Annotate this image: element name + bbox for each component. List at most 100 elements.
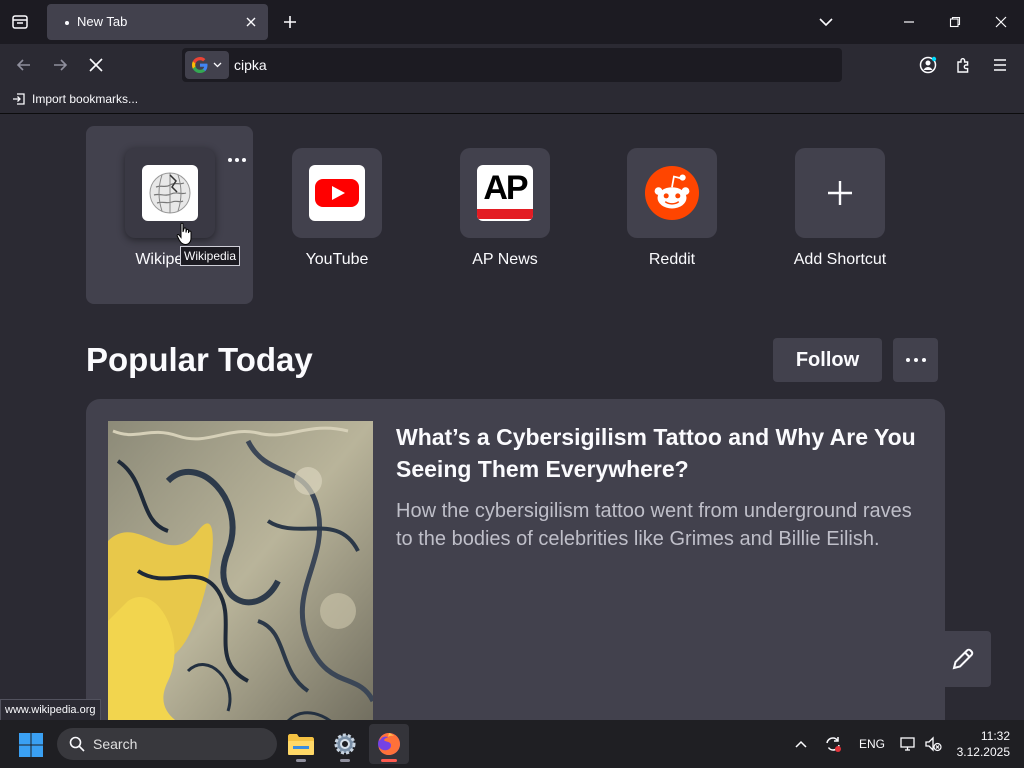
- dot-icon: [235, 158, 239, 162]
- google-icon: [192, 57, 208, 73]
- shortcut-more-options-button[interactable]: [224, 151, 250, 169]
- shortcut-label: YouTube: [305, 251, 369, 268]
- dot-icon: [913, 358, 918, 362]
- taskbar-settings[interactable]: [325, 724, 365, 764]
- chevron-down-icon: [213, 62, 222, 68]
- firefox-icon: [378, 733, 400, 755]
- taskbar-search-box[interactable]: Search: [57, 728, 277, 760]
- address-bar: [182, 48, 842, 82]
- shortcut-label: AP News: [472, 251, 538, 268]
- arrow-right-icon: [54, 59, 68, 71]
- chevron-down-icon: [819, 18, 833, 27]
- volume-muted-icon: [925, 736, 942, 752]
- ap-logo-bar: [477, 209, 533, 219]
- tray-network[interactable]: [897, 734, 919, 754]
- windows-logo-icon: [19, 733, 43, 757]
- app-menu-button[interactable]: [988, 53, 1012, 77]
- taskbar-search-label: Search: [93, 736, 138, 752]
- tooltip: Wikipedia: [180, 246, 241, 266]
- navigation-toolbar: [0, 44, 1024, 86]
- hamburger-menu-icon: [994, 59, 1006, 71]
- reddit-icon: [644, 165, 700, 221]
- shortcut-youtube[interactable]: YouTube: [266, 148, 406, 278]
- wikipedia-icon: [142, 165, 198, 221]
- firefox-view-icon: [12, 15, 28, 29]
- tray-show-hidden-icons[interactable]: [790, 734, 812, 754]
- forward-button[interactable]: [48, 53, 72, 77]
- shortcut-tile: AP: [460, 148, 550, 238]
- sync-icon: [826, 737, 841, 752]
- popular-today-heading: Popular Today: [86, 341, 313, 378]
- window-close-button[interactable]: [989, 10, 1013, 34]
- story-thumbnail: [108, 421, 373, 720]
- new-tab-button[interactable]: [278, 10, 302, 34]
- chevron-up-icon: [795, 740, 807, 748]
- follow-button[interactable]: Follow: [773, 338, 882, 382]
- ap-logo-text: AP: [483, 169, 528, 207]
- close-icon: [246, 17, 256, 27]
- shortcut-tile: [125, 148, 215, 238]
- taskbar-file-explorer[interactable]: [281, 724, 321, 764]
- mouse-pointer-icon: [176, 222, 192, 246]
- dot-icon: [228, 158, 232, 162]
- customize-new-tab-button[interactable]: [935, 631, 991, 687]
- close-icon: [995, 16, 1007, 28]
- shortcut-tile: [292, 148, 382, 238]
- shortcut-label: Add Shortcut: [793, 251, 887, 268]
- import-icon: [13, 93, 25, 105]
- tab-close-button[interactable]: [242, 13, 260, 31]
- stop-loading-button[interactable]: [84, 53, 108, 77]
- story-excerpt: How the cybersigilism tattoo went from u…: [396, 500, 912, 550]
- bookmarks-toolbar: Import bookmarks...: [0, 86, 1024, 114]
- account-icon: [919, 56, 937, 74]
- start-button[interactable]: [18, 732, 44, 758]
- firefox-view-button[interactable]: [8, 10, 32, 34]
- minimize-icon: [904, 21, 914, 23]
- window-minimize-button[interactable]: [897, 10, 921, 34]
- shortcut-reddit[interactable]: Reddit: [601, 148, 741, 278]
- list-all-tabs-button[interactable]: [814, 10, 838, 34]
- story-title[interactable]: What’s a Cybersigilism Tattoo and Why Ar…: [396, 421, 926, 485]
- window-restore-button[interactable]: [943, 10, 967, 34]
- extensions-button[interactable]: [952, 53, 976, 77]
- restore-icon: [949, 16, 961, 28]
- new-tab-page: Wikipedia YouTube AP AP News Reddit Add …: [0, 115, 1024, 720]
- puzzle-icon: [957, 58, 969, 73]
- taskbar-running-indicator: [296, 759, 306, 762]
- plus-icon: [284, 16, 296, 28]
- search-engine-button[interactable]: [185, 51, 229, 79]
- ap-news-icon: AP: [477, 165, 533, 221]
- status-bar-url: www.wikipedia.org: [0, 699, 102, 720]
- tab-new-tab[interactable]: New Tab: [47, 4, 268, 40]
- tray-volume[interactable]: [922, 734, 944, 754]
- url-input[interactable]: [234, 48, 824, 82]
- taskbar-clock[interactable]: 11:32 3.12.2025: [950, 728, 1010, 760]
- dot-icon: [921, 358, 926, 362]
- shortcut-tile: [627, 148, 717, 238]
- pencil-icon: [952, 648, 974, 670]
- shortcut-ap-news[interactable]: AP AP News: [434, 148, 574, 278]
- clock-time: 11:32: [980, 729, 1010, 743]
- taskbar: Search ENG 11:32 3.12.2025: [0, 720, 1024, 768]
- tray-language[interactable]: ENG: [859, 737, 885, 751]
- tab-title: New Tab: [77, 14, 128, 29]
- back-button[interactable]: [12, 53, 36, 77]
- section-more-options-button[interactable]: [893, 338, 938, 382]
- dot-icon: [242, 158, 246, 162]
- network-icon: [900, 737, 915, 751]
- clock-date: 3.12.2025: [956, 745, 1010, 759]
- tab-indicator-dot: [65, 21, 69, 25]
- account-button[interactable]: [916, 53, 940, 77]
- shortcut-add[interactable]: Add Shortcut: [769, 148, 909, 278]
- import-bookmarks-button[interactable]: Import bookmarks...: [12, 92, 138, 106]
- import-bookmarks-label: Import bookmarks...: [32, 92, 139, 106]
- plus-icon: [828, 181, 852, 205]
- youtube-icon: [309, 165, 365, 221]
- tray-sync[interactable]: [822, 734, 844, 754]
- shortcut-tile: [795, 148, 885, 238]
- story-card[interactable]: What’s a Cybersigilism Tattoo and Why Ar…: [86, 399, 945, 720]
- dot-icon: [905, 358, 910, 362]
- taskbar-firefox[interactable]: [369, 724, 409, 764]
- close-icon: [89, 58, 103, 72]
- shortcut-label: Reddit: [648, 251, 696, 268]
